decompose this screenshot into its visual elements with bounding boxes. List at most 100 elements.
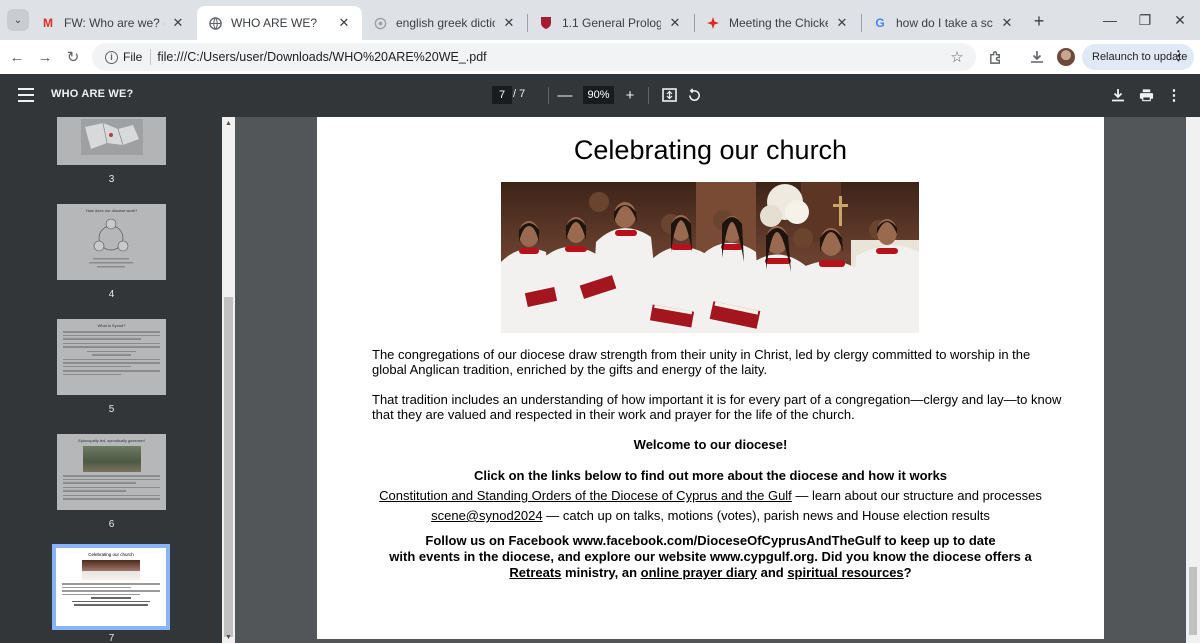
minimize-button[interactable]: —	[1097, 8, 1123, 32]
print-button[interactable]	[1136, 85, 1156, 105]
sidebar-scroll-thumb[interactable]	[224, 297, 233, 637]
retreats-link[interactable]: Retreats	[509, 565, 561, 580]
extensions-icon[interactable]	[985, 47, 1005, 67]
site-info-chip[interactable]: i File	[99, 46, 148, 68]
pdf-toolbar: WHO ARE WE? 7 / 7 — 90% + ⋮	[0, 74, 1200, 117]
tab-chickens[interactable]: Meeting the Chickens and ✕	[695, 6, 860, 40]
menu-icon[interactable]	[18, 88, 34, 102]
url-text[interactable]: file:///C:/Users/user/Downloads/WHO%20AR…	[157, 50, 946, 64]
chip-label: File	[123, 50, 143, 64]
links-intro: Click on the links below to find out mor…	[473, 468, 948, 483]
close-icon[interactable]: ✕	[834, 15, 850, 31]
page-number-input[interactable]: 7	[492, 86, 512, 104]
divider	[548, 87, 549, 104]
close-icon[interactable]: ✕	[667, 15, 683, 31]
arrow-right-icon: →	[37, 48, 53, 66]
paragraph-tradition: That tradition includes an understanding…	[372, 392, 1062, 422]
tab-dictionary[interactable]: english greek dictionary - G ✕	[362, 6, 527, 40]
more-vert-icon: ⋮	[1166, 87, 1182, 104]
group-photo-thumbnail	[82, 446, 141, 472]
tab-gmail[interactable]: M FW: Who are we? -- a brief ✕	[30, 6, 196, 40]
thumbnail-page-7-current[interactable]: Celebrating our church	[52, 544, 170, 630]
google-icon: G	[875, 16, 885, 30]
close-icon: ✕	[1174, 11, 1186, 28]
thumbnail-page-3[interactable]	[57, 117, 166, 165]
browser-toolbar: ← → ↻ i File file:///C:/Users/user/Downl…	[0, 40, 1200, 74]
sidebar-scrollbar[interactable]: ▲ ▼	[222, 117, 235, 643]
tab-screenshot[interactable]: G how do I take a screen shot ✕	[862, 6, 1025, 40]
downloads-icon[interactable]	[1027, 47, 1047, 67]
restore-button[interactable]: ❐	[1132, 8, 1158, 32]
reload-button[interactable]: ↻	[62, 46, 84, 68]
connector-text: and	[756, 565, 788, 580]
more-vert-icon: ⋮	[1172, 48, 1185, 63]
relaunch-button[interactable]: Relaunch to update ⋮	[1082, 44, 1194, 70]
arrow-left-icon: ←	[9, 48, 25, 66]
close-icon[interactable]: ✕	[501, 15, 517, 31]
link-description: — catch up on talks, motions (votes), pa…	[542, 508, 990, 523]
divider	[150, 49, 152, 65]
link-line-synod: scene@synod2024 — catch up on talks, mot…	[317, 508, 1104, 524]
link-line-constitution: Constitution and Standing Orders of the …	[317, 488, 1104, 504]
page-heading: Celebrating our church	[573, 135, 848, 165]
tab-title: FW: Who are we? -- a brief	[64, 16, 164, 30]
close-icon[interactable]: ✕	[170, 15, 186, 31]
zoom-in-button[interactable]: +	[620, 85, 640, 105]
close-icon[interactable]: ✕	[336, 15, 352, 31]
minimize-icon: —	[1103, 12, 1117, 28]
diagram-icon	[89, 218, 133, 268]
tab-strip: ⌄ M FW: Who are we? -- a brief ✕ WHO ARE…	[0, 0, 1200, 40]
spiritual-resources-link[interactable]: spiritual resources	[787, 565, 903, 580]
zoom-out-button[interactable]: —	[555, 85, 575, 105]
more-options-button[interactable]: ⋮	[1164, 85, 1184, 105]
document-scroll-thumb[interactable]	[1189, 567, 1197, 635]
document-title: WHO ARE WE?	[51, 88, 134, 100]
bookmark-star-icon[interactable]: ☆	[946, 46, 968, 68]
thumbnail-title: How does our diocese work?	[85, 208, 138, 213]
google-lens-icon	[372, 15, 388, 31]
tab-search-button[interactable]: ⌄	[7, 9, 29, 31]
rotate-button[interactable]	[684, 85, 704, 105]
choir-photo-thumbnail	[82, 560, 140, 580]
thumbnail-label: 7	[108, 633, 115, 643]
paragraph-unity: The congregations of our diocese draw st…	[372, 347, 1031, 377]
tab-title: WHO ARE WE?	[231, 16, 318, 30]
tab-who-are-we[interactable]: WHO ARE WE? ✕	[197, 6, 362, 40]
new-tab-button[interactable]: +	[1029, 11, 1049, 31]
thumbnail-title: Celebrating our church	[88, 552, 134, 557]
thumbnail-page-5[interactable]: What is Synod?	[57, 319, 166, 395]
synod-link[interactable]: scene@synod2024	[431, 508, 543, 523]
choir-photo-image	[501, 182, 919, 333]
fit-page-button[interactable]	[659, 85, 679, 105]
constitution-link[interactable]: Constitution and Standing Orders of the …	[379, 488, 792, 503]
back-button[interactable]: ←	[6, 46, 28, 68]
document-scrollbar[interactable]	[1186, 117, 1200, 643]
scroll-down-icon[interactable]: ▼	[222, 631, 235, 643]
close-icon[interactable]: ✕	[999, 15, 1015, 31]
divider	[648, 87, 649, 104]
forward-button[interactable]: →	[34, 46, 56, 68]
connector-text: ministry, an	[561, 565, 641, 580]
thumbnail-label: 5	[108, 404, 115, 415]
address-bar[interactable]: i File file:///C:/Users/user/Downloads/W…	[92, 43, 976, 71]
follow-line-1: Follow us on Facebook www.facebook.com/D…	[425, 533, 996, 548]
prayer-diary-link[interactable]: online prayer diary	[641, 565, 757, 580]
follow-line-2: with events in the diocese, and explore …	[389, 549, 1032, 564]
thumbnail-page-6[interactable]: Episcopally led, synodically governed	[57, 434, 166, 510]
thumbnail-page-4[interactable]: How does our diocese work?	[57, 204, 166, 280]
map-icon	[81, 119, 143, 155]
scroll-up-icon[interactable]: ▲	[222, 117, 235, 129]
info-icon: i	[105, 50, 118, 64]
close-window-button[interactable]: ✕	[1167, 8, 1193, 32]
download-button[interactable]	[1108, 85, 1128, 105]
zoom-input[interactable]: 90%	[583, 86, 614, 104]
tab-prologue[interactable]: 1.1 General Prologue | Harv ✕	[528, 6, 693, 40]
question-mark: ?	[903, 565, 912, 580]
gmail-icon: M	[43, 16, 53, 30]
thumbnail-sidebar: 3 How does our diocese work? 4 What is S…	[0, 117, 222, 643]
page-total: / 7	[513, 88, 526, 100]
tab-title: how do I take a screen shot	[896, 16, 993, 30]
profile-avatar[interactable]	[1057, 48, 1075, 66]
pdf-page: Celebrating our church The congregations…	[317, 117, 1104, 639]
thumbnail-label: 4	[108, 289, 115, 300]
